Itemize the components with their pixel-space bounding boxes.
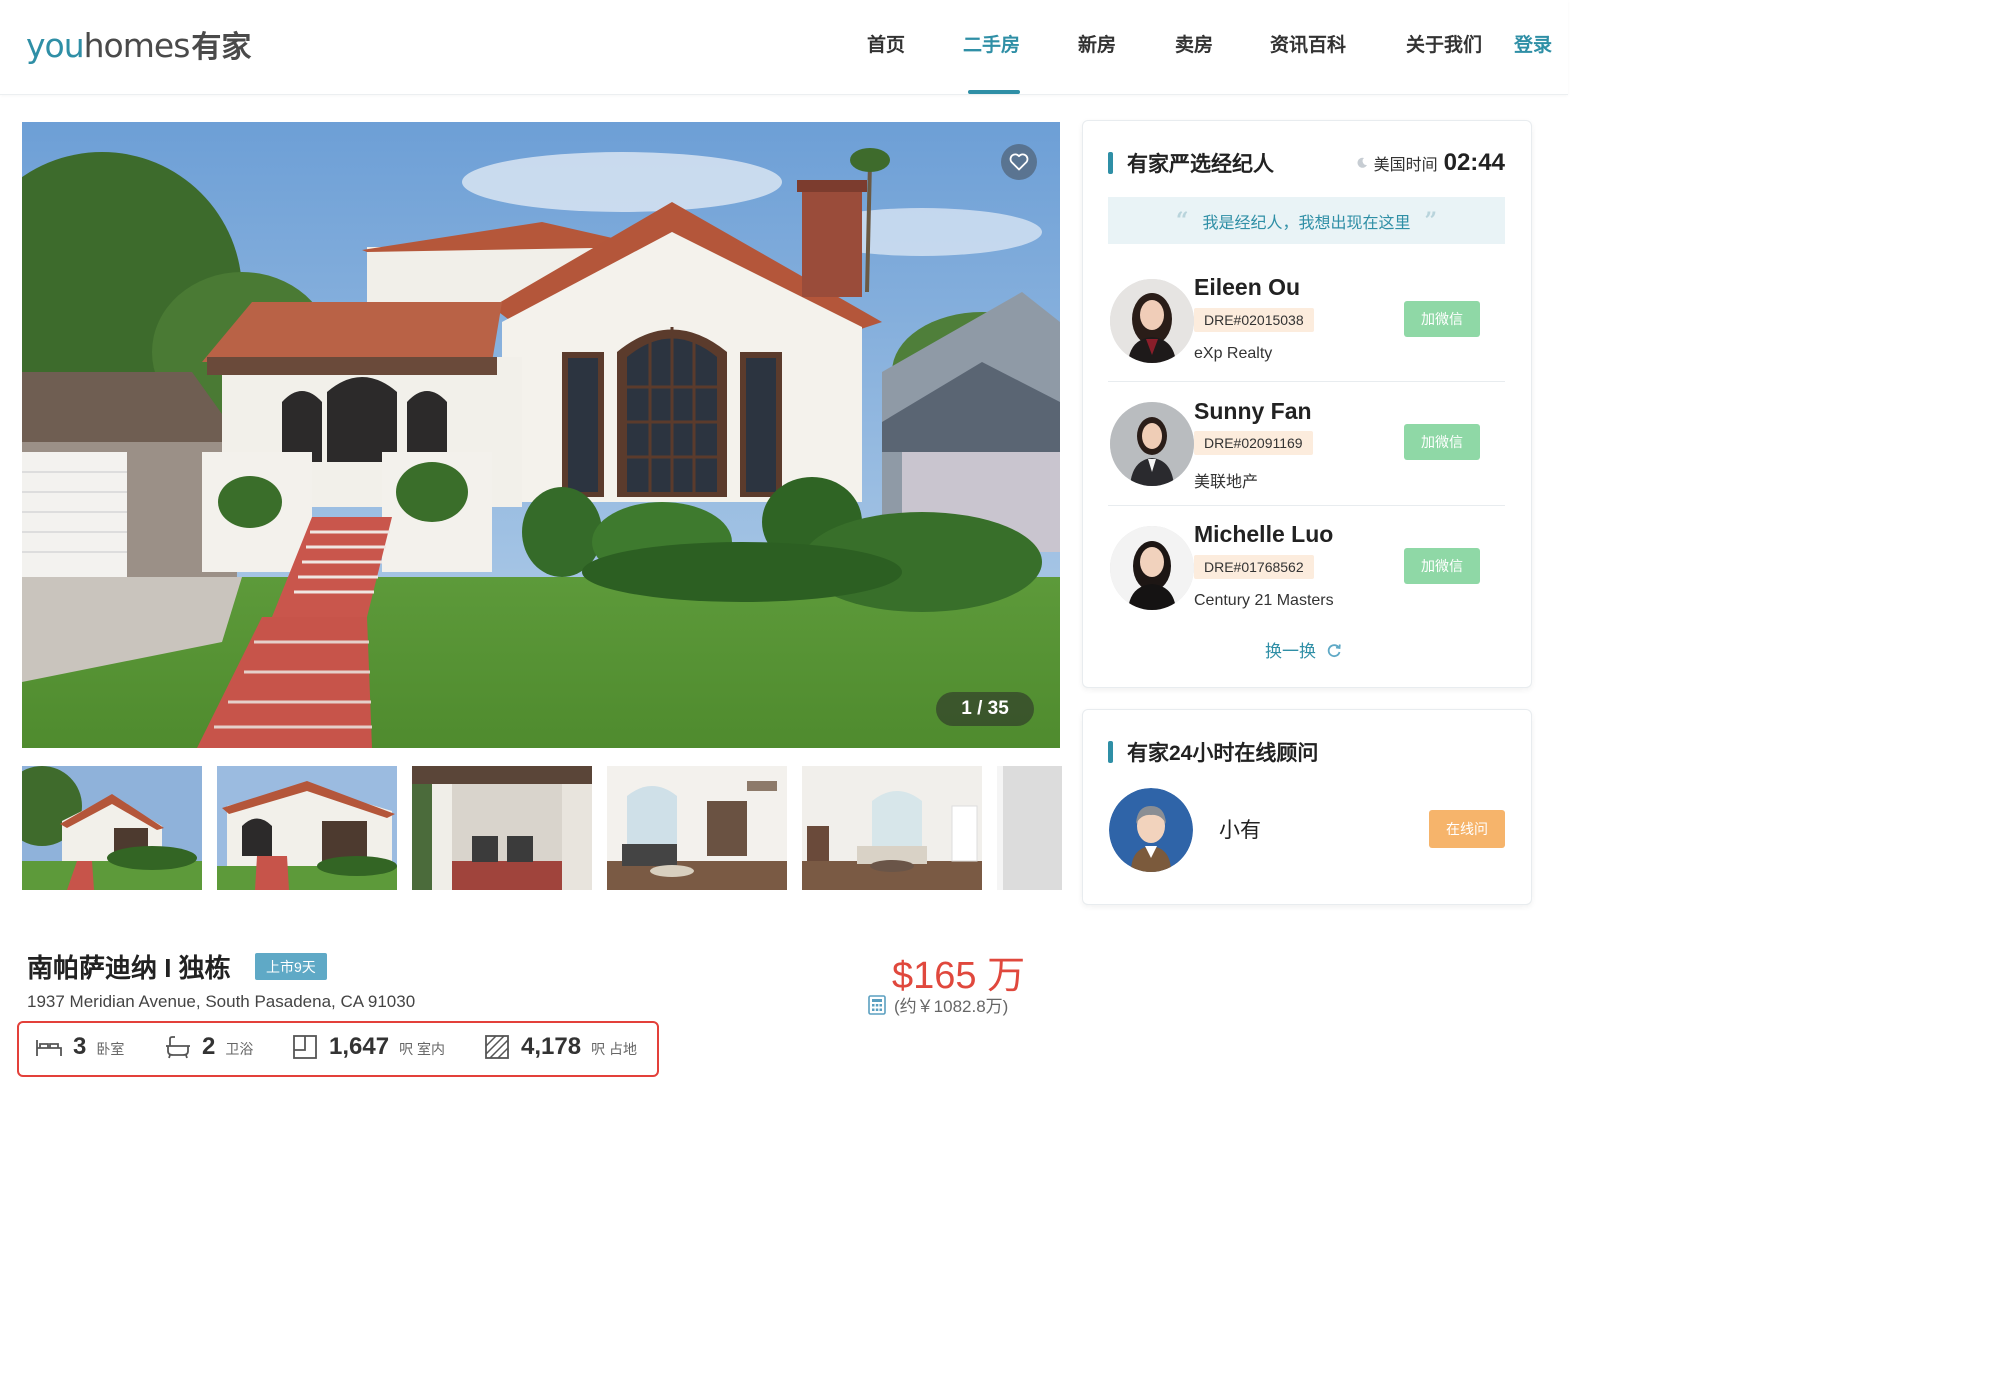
agent-company-sunny: 美联地产 <box>1194 474 1259 491</box>
divider <box>1108 505 1505 506</box>
stat-bedrooms-value: 3 <box>73 1033 87 1060</box>
nav-active-indicator <box>968 90 1020 94</box>
property-stats: 3 卧室 2 卫浴 1,647 呎 室内 4,178 呎 占地 <box>17 1021 659 1077</box>
agents-panel-title: 有家严选经纪人 <box>1127 153 1274 176</box>
close-quote-icon: ” <box>1424 207 1438 234</box>
nav-item-new-homes[interactable]: 新房 <box>1078 30 1116 57</box>
agent-dre-sunny: DRE#02091169 <box>1194 431 1313 455</box>
listing-address: 1937 Meridian Avenue, South Pasadena, CA… <box>27 992 416 1011</box>
main-photo[interactable] <box>22 122 1060 748</box>
site-header: youhomes 有家 首页 二手房 新房 卖房 资讯百科 关于我们 登录 <box>0 0 1568 95</box>
add-wechat-button-michelle[interactable]: 加微信 <box>1404 548 1480 584</box>
agent-avatar-sunny[interactable] <box>1110 402 1194 486</box>
listing-title: 南帕萨迪纳 I 独栋 <box>27 953 231 983</box>
refresh-icon <box>1327 643 1341 657</box>
calculator-icon <box>868 994 886 1015</box>
divider <box>1108 381 1505 382</box>
price-converted[interactable]: (约￥1082.8万) <box>868 992 1008 1017</box>
listing-price: $165 万 <box>892 955 1026 997</box>
us-time-label: 美国时间 <box>1373 157 1438 174</box>
agents-panel-header: 有家严选经纪人 <box>1108 149 1274 177</box>
agent-name-sunny[interactable]: Sunny Fan <box>1194 398 1312 425</box>
photo-counter: 1 / 35 <box>936 692 1034 726</box>
advisor-avatar[interactable] <box>1109 788 1193 872</box>
agent-company-eileen: eXp Realty <box>1194 345 1273 362</box>
agent-dre-michelle: DRE#01768562 <box>1194 555 1314 579</box>
nav-item-news[interactable]: 资讯百科 <box>1270 30 1346 57</box>
stat-bathrooms-unit: 卫浴 <box>225 1041 254 1057</box>
thumbnail-3[interactable] <box>412 766 592 890</box>
thumbnail-5[interactable] <box>802 766 982 890</box>
stat-lot-area-value: 4,178 <box>521 1033 582 1060</box>
us-time-value: 02:44 <box>1443 149 1505 176</box>
stat-bathrooms: 2 卫浴 <box>164 1033 253 1061</box>
stat-lot-area-unit: 呎 占地 <box>591 1041 637 1057</box>
stat-bedrooms: 3 卧室 <box>35 1033 124 1061</box>
ask-online-button[interactable]: 在线问 <box>1429 810 1505 848</box>
thumbnail-4[interactable] <box>607 766 787 890</box>
advisor-name: 小有 <box>1219 819 1261 842</box>
logo-chinese: 有家 <box>191 30 252 65</box>
logo-homes: homes <box>83 26 191 65</box>
agent-avatar-michelle[interactable] <box>1110 526 1194 610</box>
nav-item-sell[interactable]: 卖房 <box>1175 30 1213 57</box>
nav-item-about[interactable]: 关于我们 <box>1406 30 1482 57</box>
floor-area-icon <box>293 1035 317 1059</box>
stat-interior-area: 1,647 呎 室内 <box>291 1033 445 1061</box>
advisor-panel-title: 有家24小时在线顾问 <box>1127 742 1319 765</box>
stat-bathrooms-value: 2 <box>202 1033 216 1060</box>
thumbnail-6[interactable] <box>997 766 1062 890</box>
stat-interior-area-value: 1,647 <box>329 1033 390 1060</box>
accent-bar <box>1108 152 1113 174</box>
refresh-agents-label: 换一换 <box>1265 642 1316 661</box>
agent-recruit-banner[interactable]: “ 我是经纪人，我想出现在这里 ” <box>1108 197 1505 244</box>
nav-item-home[interactable]: 首页 <box>867 30 905 57</box>
refresh-agents-button[interactable]: 换一换 <box>1265 637 1342 662</box>
agent-name-michelle[interactable]: Michelle Luo <box>1194 521 1333 548</box>
agent-recruit-text: 我是经纪人，我想出现在这里 <box>1202 214 1411 232</box>
house-photo-image <box>22 122 1060 748</box>
agents-panel: 有家严选经纪人 美国时间 02:44 “ 我是经纪人，我想出现在这里 ” Eil… <box>1082 120 1532 688</box>
accent-bar <box>1108 741 1113 763</box>
login-link[interactable]: 登录 <box>1514 30 1552 57</box>
moon-icon <box>1357 157 1367 168</box>
agent-name-eileen[interactable]: Eileen Ou <box>1194 274 1300 301</box>
agent-company-michelle: Century 21 Masters <box>1194 592 1334 609</box>
heart-icon <box>1009 153 1029 171</box>
bed-icon <box>36 1040 62 1056</box>
advisor-panel-header: 有家24小时在线顾问 <box>1108 738 1318 766</box>
logo-you: you <box>26 26 85 65</box>
bathtub-icon <box>166 1036 190 1059</box>
open-quote-icon: “ <box>1175 207 1189 234</box>
lot-area-icon <box>485 1035 509 1059</box>
thumbnail-2[interactable] <box>217 766 397 890</box>
us-time: 美国时间 02:44 <box>1356 149 1505 177</box>
days-on-market-badge: 上市9天 <box>255 953 327 980</box>
thumbnail-strip <box>22 766 1062 890</box>
advisor-panel: 有家24小时在线顾问 小有 在线问 <box>1082 709 1532 905</box>
agent-dre-eileen: DRE#02015038 <box>1194 308 1314 332</box>
site-logo[interactable]: youhomes 有家 <box>26 22 251 68</box>
add-wechat-button-sunny[interactable]: 加微信 <box>1404 424 1480 460</box>
stat-interior-area-unit: 呎 室内 <box>399 1041 445 1057</box>
thumbnail-1[interactable] <box>22 766 202 890</box>
price-cny-text: (约￥1082.8万) <box>894 997 1009 1016</box>
stat-bedrooms-unit: 卧室 <box>96 1041 125 1057</box>
agent-avatar-eileen[interactable] <box>1110 279 1194 363</box>
stat-lot-area: 4,178 呎 占地 <box>483 1033 637 1061</box>
favorite-button[interactable] <box>1001 144 1037 180</box>
add-wechat-button-eileen[interactable]: 加微信 <box>1404 301 1480 337</box>
nav-item-resale[interactable]: 二手房 <box>963 30 1020 57</box>
